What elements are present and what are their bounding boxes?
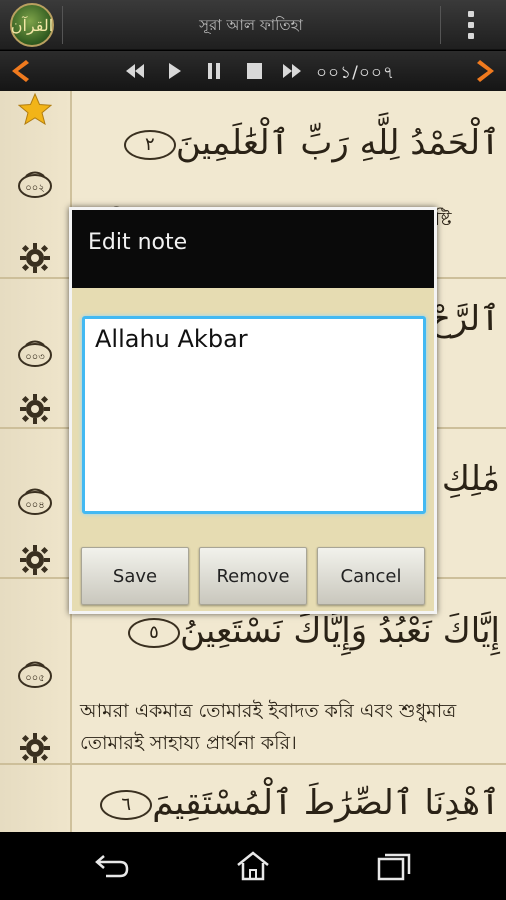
play-icon[interactable] bbox=[163, 61, 185, 81]
recent-apps-icon[interactable] bbox=[374, 850, 414, 882]
verse-badge-icon[interactable]: ০০২ bbox=[16, 167, 54, 201]
gear-icon[interactable] bbox=[16, 543, 54, 577]
logo-lettering: القرآن bbox=[10, 15, 54, 35]
cancel-button[interactable]: Cancel bbox=[317, 547, 425, 605]
verse-text: ٱلرَّحْ bbox=[429, 299, 500, 339]
verse-number-badge: ٢ bbox=[123, 129, 176, 160]
verse-tools-column bbox=[0, 91, 72, 832]
side-badge-text: ০০৩ bbox=[25, 352, 45, 363]
verse-number-badge: ٦ bbox=[100, 789, 153, 820]
divider bbox=[0, 763, 506, 765]
verse-badge-icon[interactable]: ০০৫ bbox=[16, 657, 54, 691]
rewind-icon[interactable] bbox=[124, 61, 146, 81]
side-badge-text: ০০৫ bbox=[25, 673, 45, 684]
fast-forward-icon[interactable] bbox=[281, 61, 303, 81]
side-badge-text: ০০২ bbox=[25, 183, 45, 194]
verse-translation: আমরা একমাত্র তোমারই ইবাদত করি এবং শুধুমা… bbox=[80, 700, 457, 754]
pause-icon[interactable] bbox=[203, 61, 225, 81]
prev-arrow-icon[interactable] bbox=[6, 57, 34, 85]
system-nav-bar bbox=[0, 832, 506, 900]
gear-icon[interactable] bbox=[16, 731, 54, 765]
surah-title: সূরা আল ফাতিহা bbox=[199, 16, 303, 34]
gear-icon[interactable] bbox=[16, 392, 54, 426]
player-bar: ০০১/০০৭ bbox=[0, 51, 506, 91]
note-input[interactable] bbox=[82, 316, 426, 514]
side-badge-text: ০০৪ bbox=[25, 500, 45, 511]
star-icon[interactable] bbox=[18, 93, 52, 125]
verse-text: إِيَّاكَ نَعْبُدُ وَإِيَّاكَ نَسْتَعِينُ bbox=[180, 611, 500, 651]
verse-badge-icon[interactable]: ০০৪ bbox=[16, 484, 54, 518]
verse-badge-icon[interactable]: ০০৩ bbox=[16, 336, 54, 370]
verse-arabic[interactable]: ٱلْحَمْدُ لِلَّهِ رَبِّ ٱلْعَٰلَمِينَ٢ bbox=[80, 121, 500, 165]
dialog-header: Edit note bbox=[72, 210, 434, 288]
verse-arabic[interactable]: إِيَّاكَ نَعْبُدُ وَإِيَّاكَ نَسْتَعِينُ… bbox=[80, 609, 500, 653]
home-icon[interactable] bbox=[233, 850, 273, 882]
app-bar: القرآن সূরা আল ফাতিহা bbox=[0, 0, 506, 50]
save-button[interactable]: Save bbox=[81, 547, 189, 605]
ayah-counter: ০০১/০০৭ bbox=[316, 63, 396, 83]
next-arrow-icon[interactable] bbox=[472, 57, 500, 85]
verse-arabic[interactable]: ٱهْدِنَا ٱلصِّرَٰطَ ٱلْمُسْتَقِيمَ٦ bbox=[80, 781, 500, 825]
stop-icon[interactable] bbox=[243, 61, 265, 81]
verse-text: ٱهْدِنَا ٱلصِّرَٰطَ ٱلْمُسْتَقِيمَ bbox=[152, 783, 500, 823]
dialog-title: Edit note bbox=[88, 230, 188, 255]
gear-icon[interactable] bbox=[16, 241, 54, 275]
verse-number-badge: ٥ bbox=[128, 617, 180, 648]
back-icon[interactable] bbox=[92, 850, 132, 882]
remove-button[interactable]: Remove bbox=[199, 547, 307, 605]
edit-note-dialog: Edit note Save Remove Cancel bbox=[69, 207, 437, 614]
verse-text: ٱلْحَمْدُ لِلَّهِ رَبِّ ٱلْعَٰلَمِينَ bbox=[175, 123, 500, 163]
app-logo-icon[interactable]: القرآن bbox=[10, 3, 54, 47]
verse-text: مَٰلِكِ bbox=[441, 459, 500, 499]
overflow-menu-icon[interactable] bbox=[456, 8, 486, 42]
divider bbox=[440, 6, 441, 44]
